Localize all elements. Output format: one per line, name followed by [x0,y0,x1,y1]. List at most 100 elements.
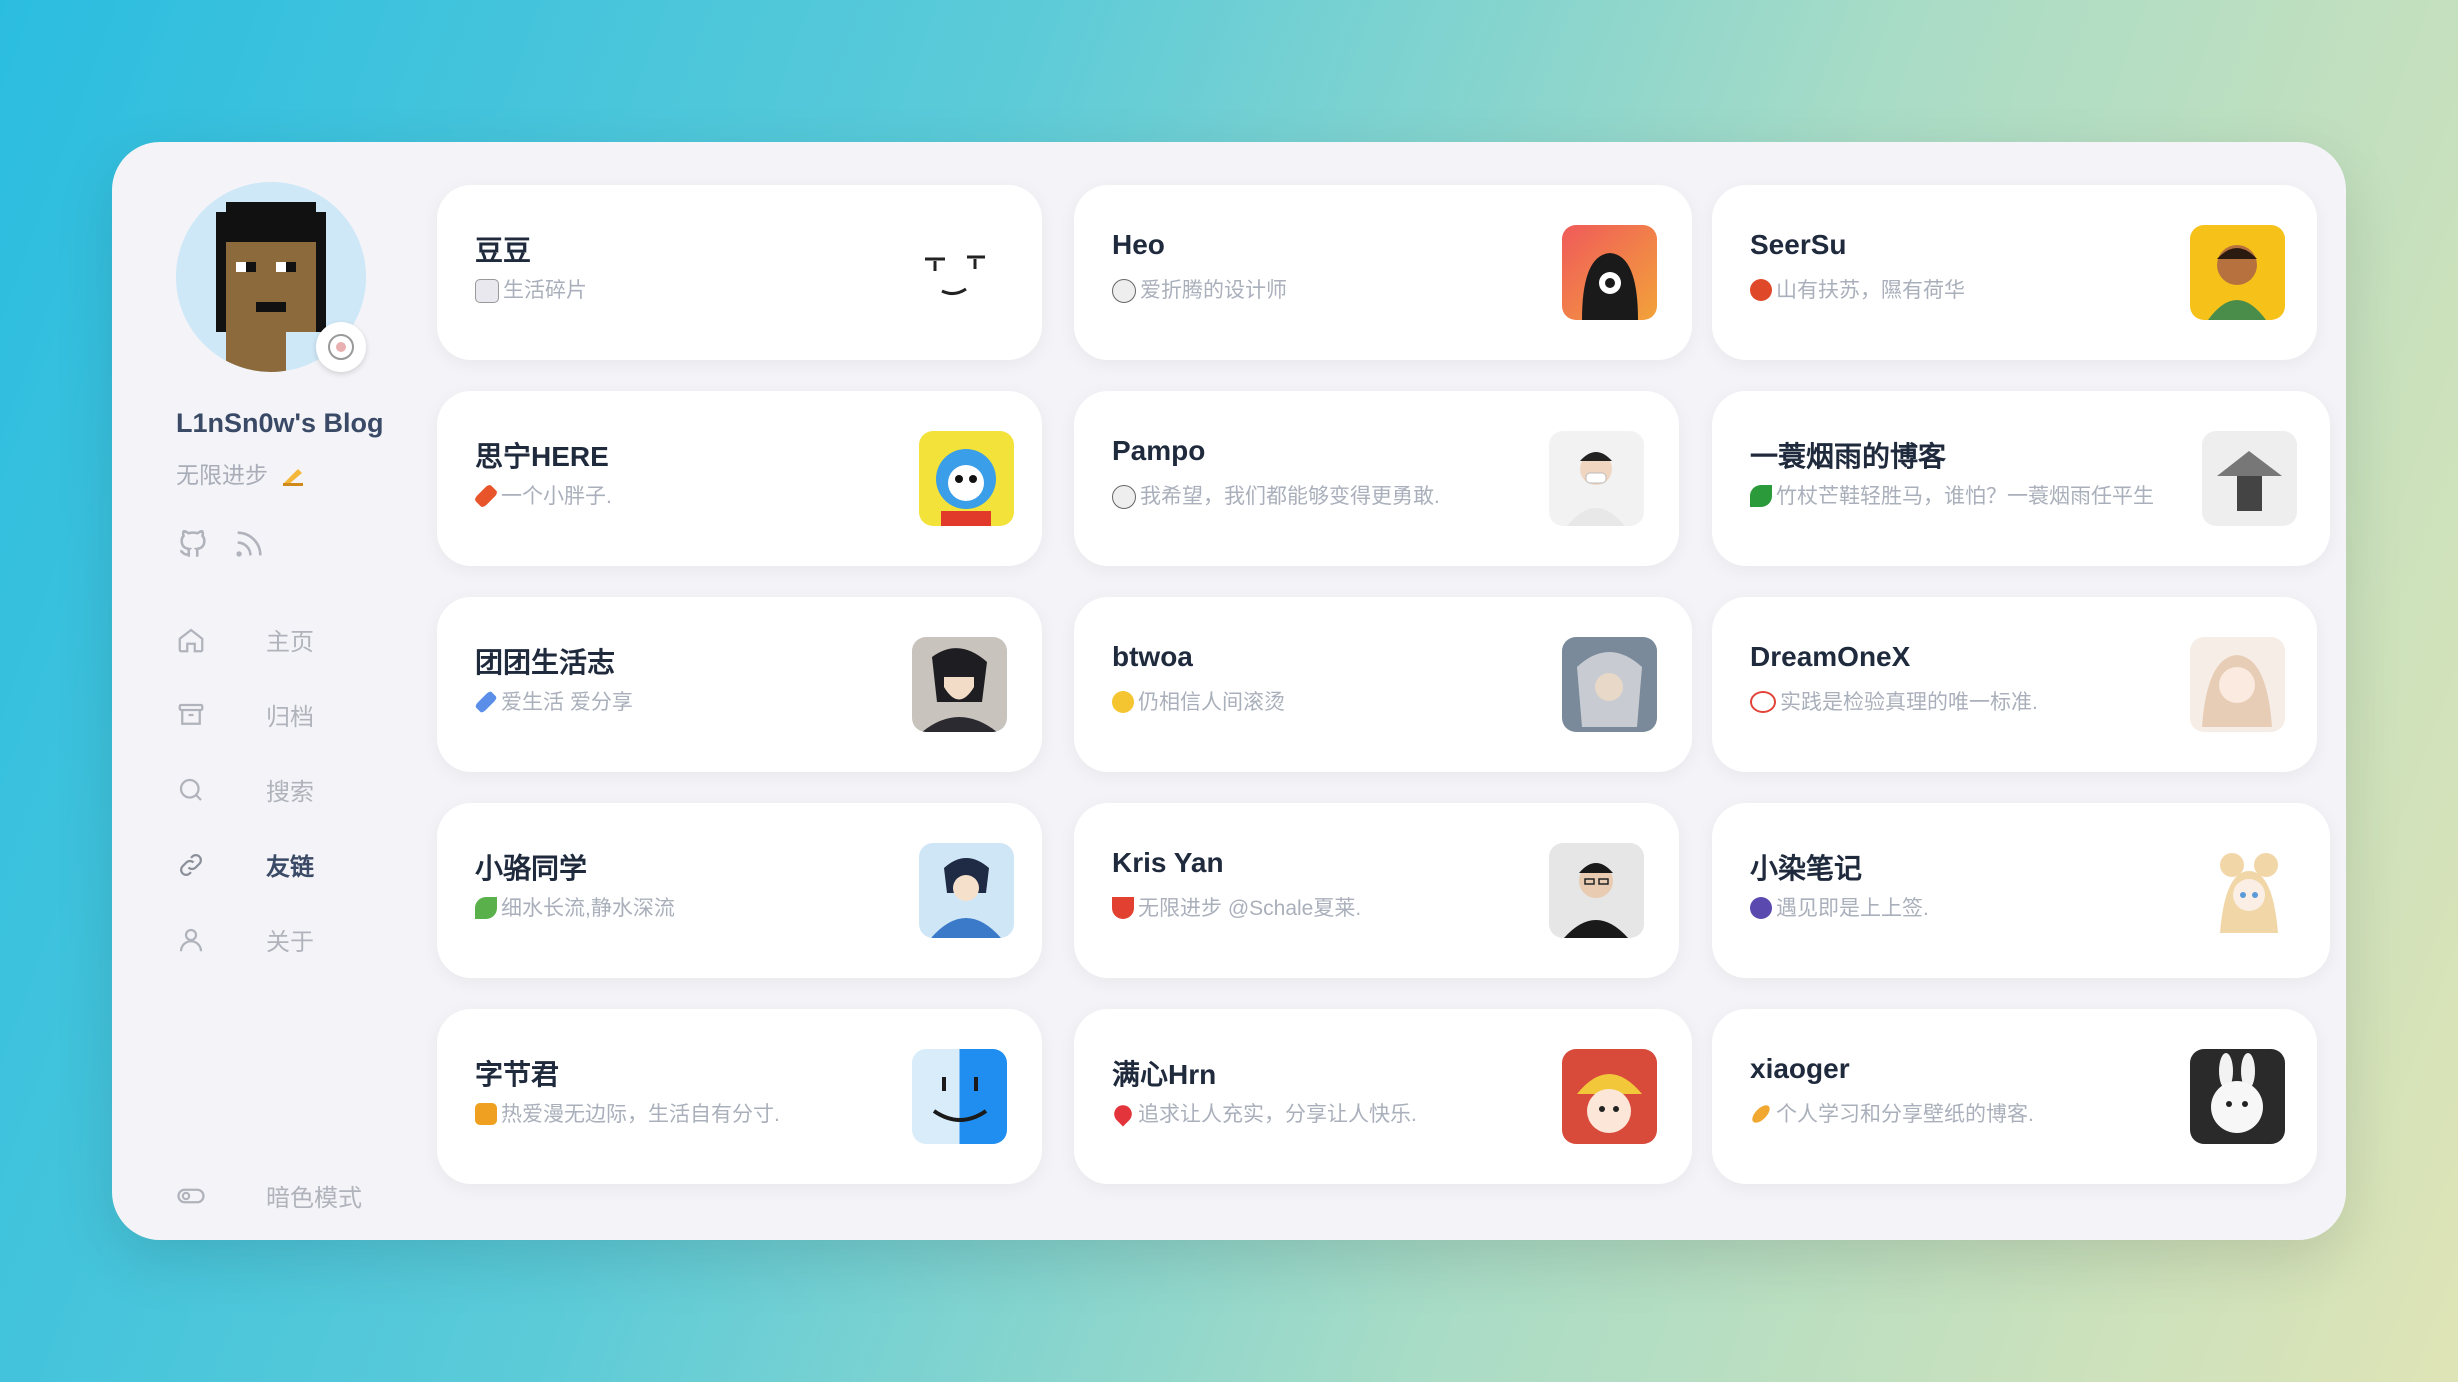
friend-name: SeerSu [1750,229,1847,260]
friend-card[interactable]: 思宁HERE 一个小胖子. [437,391,1042,566]
friend-desc: 竹杖芒鞋轻胜马，谁怕？一蓑烟雨任平生 [1750,485,2170,509]
friend-desc: 一个小胖子. [473,483,612,509]
leaf-emoji-icon [1750,485,1772,507]
profile-avatar-wrapper[interactable] [176,182,366,372]
masked-person-avatar [1549,431,1644,526]
friend-card[interactable]: Kris Yan 无限进步 @Schale夏莱. [1074,803,1679,978]
user-icon [176,925,206,955]
sidebar-item-label: 归档 [266,704,314,731]
friend-desc-text: 个人学习和分享壁纸的博客. [1776,1103,2034,1126]
friend-card[interactable]: Pampo 我希望，我们都能够变得更勇敢. [1074,391,1679,566]
carrot-emoji-icon [473,483,499,509]
dark-mode-label: 暗色模式 [266,1185,362,1212]
sidebar-item-label: 友链 [266,854,314,881]
bowl-emoji-icon [1112,897,1134,919]
blog-subtitle: 无限进步 [176,456,306,493]
friend-card[interactable]: 小染笔记 遇见即是上上签. [1712,803,2330,978]
sidebar-item-search[interactable]: 搜索 [176,752,314,827]
friend-name: 满心Hrn [1112,1059,1217,1090]
friend-desc: 个人学习和分享壁纸的博客. [1749,1102,2034,1127]
rocket-emoji-icon [1112,485,1136,509]
social-links [176,527,266,561]
no-entry-emoji-icon [1750,691,1776,713]
friend-name: 思宁HERE [475,441,609,472]
friend-name: Kris Yan [1112,847,1224,878]
friend-name: 豆豆 [475,235,532,266]
dark-mode-toggle[interactable]: 暗色模式 [176,1178,362,1213]
friend-desc-text: 实践是检验真理的唯一标准. [1780,691,2038,714]
friend-card[interactable]: xiaoger 个人学习和分享壁纸的博客. [1712,1009,2317,1184]
friend-card[interactable]: 字节君 热爱漫无边际，生活自有分寸. [437,1009,1042,1184]
pill-emoji-icon [1749,1102,1773,1126]
sidebar-item-home[interactable]: 主页 [176,602,314,677]
friend-desc: 生活碎片 [475,279,587,303]
man-glasses-avatar [1549,843,1644,938]
friend-name: 团团生活志 [475,647,616,678]
friend-desc-text: 我希望，我们都能够变得更勇敢. [1140,485,1440,508]
straw-hat-avatar [2202,431,2297,526]
face-doodle-avatar [907,225,1002,320]
toggle-icon [176,1181,206,1211]
home-icon [176,625,206,655]
white-rabbit-avatar [2190,1049,2285,1144]
friend-desc: 仍相信人间滚烫 [1112,691,1285,715]
leaf-emoji-icon [475,897,497,919]
friend-card[interactable]: 一蓑烟雨的博客 竹杖芒鞋轻胜马，谁怕？一蓑烟雨任平生 [1712,391,2330,566]
friend-card[interactable]: 豆豆 生活碎片 [437,185,1042,360]
status-emoji-badge [316,322,366,372]
friend-desc-text: 热爱漫无边际，生活自有分寸. [501,1103,780,1126]
friend-desc-text: 山有扶苏，隰有荷华 [1776,279,1965,302]
blue-bear-avatar [919,431,1014,526]
friend-name: 一蓑烟雨的博客 [1750,441,1947,472]
sidebar-item-archive[interactable]: 归档 [176,677,314,752]
anime-boy-avatar [912,637,1007,732]
friend-desc: 爱折腾的设计师 [1112,279,1287,303]
friend-card[interactable]: btwoa 仍相信人间滚烫 [1074,597,1692,772]
rss-icon[interactable] [232,527,266,561]
friend-desc: 遇见即是上上签. [1750,897,1929,921]
friend-card[interactable]: 满心Hrn 追求让人充实，分享让人快乐. [1074,1009,1692,1184]
friend-card[interactable]: SeerSu 山有扶苏，隰有荷华 [1712,185,2317,360]
gift-emoji-icon [475,1103,497,1125]
anime-bun-girl-avatar [2202,843,2297,938]
friend-desc: 我希望，我们都能够变得更勇敢. [1112,485,1440,509]
friend-desc-text: 细水长流,静水深流 [501,897,675,920]
friend-name: DreamOneX [1750,641,1911,672]
friend-desc-text: 仍相信人间滚烫 [1138,691,1285,714]
github-icon[interactable] [176,527,210,561]
rocket-emoji-icon [474,690,498,714]
smile-emoji-icon [1112,691,1134,713]
friend-card[interactable]: 小骆同学 细水长流,静水深流 [437,803,1042,978]
red-one-eye-avatar [1562,225,1657,320]
sidebar-item-label: 关于 [266,929,314,956]
phone-emoji-icon [475,279,499,303]
sidebar-item-label: 搜索 [266,779,314,806]
friend-desc-text: 生活碎片 [503,279,587,302]
sidebar-item-links[interactable]: 友链 [176,827,314,902]
cute-hat-avatar [1562,1049,1657,1144]
friend-card[interactable]: Heo 爱折腾的设计师 [1074,185,1692,360]
blog-title[interactable]: L1nSn0w's Blog [176,408,383,439]
friend-card[interactable]: DreamOneX 实践是检验真理的唯一标准. [1712,597,2317,772]
blog-window: L1nSn0w's Blog 无限进步 主页 归档 搜索 友链 关于 暗色模式 … [112,142,2346,1240]
sidebar-item-label: 主页 [266,629,314,656]
friend-name: 小染笔记 [1750,853,1863,884]
writing-hand-icon [280,461,306,493]
friend-desc-text: 爱折腾的设计师 [1140,279,1287,302]
friend-desc-text: 一个小胖子. [501,485,612,508]
rocket-emoji-icon [1112,279,1136,303]
finder-avatar [912,1049,1007,1144]
cartoon-man-avatar [2190,225,2285,320]
friend-card[interactable]: 团团生活志 爱生活 爱分享 [437,597,1042,772]
search-icon [176,775,206,805]
friend-desc: 热爱漫无边际，生活自有分寸. [475,1103,780,1127]
friend-desc: 无限进步 @Schale夏莱. [1112,897,1361,921]
friend-desc: 实践是检验真理的唯一标准. [1750,691,2038,715]
friend-desc: 爱生活 爱分享 [474,690,633,715]
friend-desc-text: 遇见即是上上签. [1776,897,1929,920]
friend-desc-text: 无限进步 @Schale夏莱. [1138,897,1362,920]
friend-name: Heo [1112,229,1165,260]
sidebar-item-about[interactable]: 关于 [176,902,314,977]
link-icon [176,850,206,880]
friend-name: 字节君 [475,1059,560,1090]
